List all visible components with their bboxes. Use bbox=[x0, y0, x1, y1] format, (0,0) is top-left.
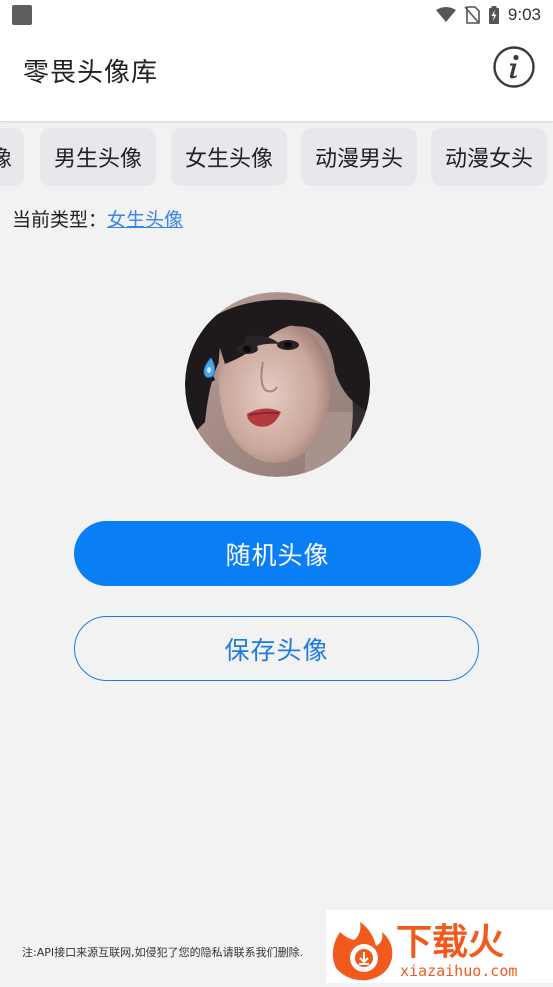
avatar-image bbox=[185, 292, 370, 477]
watermark-name: 下载火 bbox=[396, 922, 504, 963]
no-sim-icon bbox=[464, 6, 480, 24]
app-bar: 零畏头像库 bbox=[0, 30, 553, 122]
info-button[interactable] bbox=[492, 45, 536, 89]
tab-partial-left[interactable]: 像 bbox=[0, 128, 24, 186]
watermark-logo: 下载火 xiazaihuo.com bbox=[326, 910, 553, 983]
current-type-link[interactable]: 女生头像 bbox=[107, 209, 183, 231]
app-title: 零畏头像库 bbox=[23, 58, 159, 88]
info-icon bbox=[493, 46, 535, 88]
status-icons: 9:03 bbox=[435, 5, 541, 25]
tab-label: 男生头像 bbox=[53, 147, 142, 172]
tab-label: 动漫男头 bbox=[314, 147, 403, 172]
status-time: 9:03 bbox=[507, 5, 541, 24]
tab-anime-boys[interactable]: 动漫男头 bbox=[301, 128, 417, 186]
battery-icon bbox=[488, 6, 499, 24]
status-bar: 9:03 bbox=[0, 0, 553, 30]
tab-boys-avatar[interactable]: 男生头像 bbox=[40, 128, 156, 186]
save-avatar-button[interactable]: 保存头像 bbox=[74, 616, 479, 681]
app-notification-icon bbox=[12, 5, 32, 25]
category-tabs: 像 男生头像 女生头像 动漫男头 动漫女头 bbox=[0, 128, 553, 186]
current-type-label: 当前类型： bbox=[12, 209, 108, 231]
wifi-icon bbox=[435, 7, 456, 22]
tab-label: 像 bbox=[0, 147, 12, 172]
watermark-domain: xiazaihuo.com bbox=[400, 962, 517, 980]
tab-label: 女生头像 bbox=[184, 147, 273, 172]
tab-anime-girls[interactable]: 动漫女头 bbox=[431, 128, 547, 186]
random-avatar-button[interactable]: 随机头像 bbox=[74, 521, 481, 586]
tab-label: 动漫女头 bbox=[444, 147, 533, 172]
tab-girls-avatar[interactable]: 女生头像 bbox=[171, 128, 287, 186]
current-type: 当前类型：女生头像 bbox=[12, 205, 183, 232]
api-disclaimer: 注:API接口来源互联网,如侵犯了您的隐私请联系我们删除. bbox=[22, 946, 304, 959]
